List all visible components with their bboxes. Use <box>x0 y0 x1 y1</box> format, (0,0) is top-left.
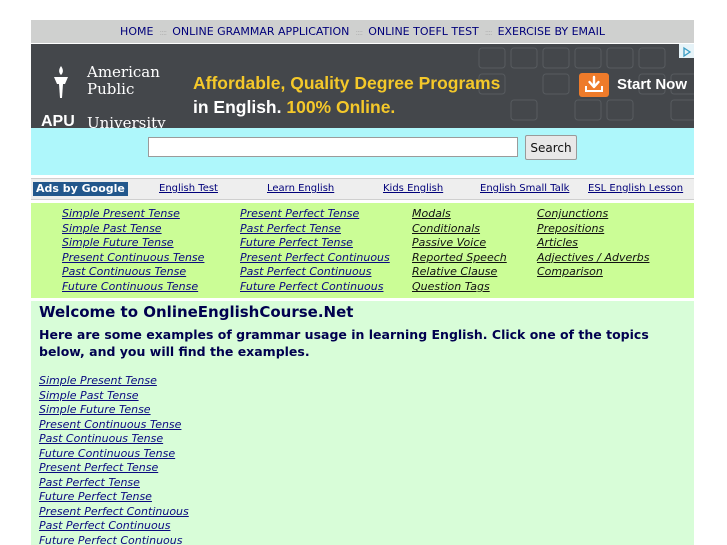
topic-link[interactable]: Present Continuous Tense <box>62 251 204 266</box>
banner-headline: Affordable, Quality Degree Programs in E… <box>193 71 523 119</box>
topic-link[interactable]: Past Continuous Tense <box>62 265 204 280</box>
ad-links-bar: Ads by Google English Test Learn English… <box>31 178 694 200</box>
ad-link-english-small-talk[interactable]: English Small Talk <box>480 183 569 194</box>
main-content: Welcome to OnlineEnglishCourse.Net Here … <box>31 301 694 545</box>
ad-link-learn-english[interactable]: Learn English <box>267 183 334 194</box>
topic-link[interactable]: Reported Speech <box>412 251 507 266</box>
example-link[interactable]: Past Perfect Tense <box>39 476 189 491</box>
example-link[interactable]: Present Perfect Continuous <box>39 505 189 520</box>
ads-by-google-label[interactable]: Ads by Google <box>33 182 128 196</box>
banner-headline-line2a: in English. <box>193 97 282 117</box>
topic-link[interactable]: Future Continuous Tense <box>62 280 204 295</box>
topics-column-perfect-tenses: Present Perfect Tense Past Perfect Tense… <box>240 207 390 295</box>
topic-link[interactable]: Adjectives / Adverbs <box>537 251 649 266</box>
torch-logo-icon <box>54 66 68 98</box>
logo-line-university: University <box>87 114 166 128</box>
example-link[interactable]: Past Continuous Tense <box>39 432 189 447</box>
example-link[interactable]: Simple Future Tense <box>39 403 189 418</box>
topic-link[interactable]: Future Perfect Continuous <box>240 280 390 295</box>
nav-toefl-test-link[interactable]: ONLINE TOEFL TEST <box>368 25 479 38</box>
ad-link-esl-english-lesson[interactable]: ESL English Lesson <box>588 183 683 194</box>
example-link[interactable]: Future Perfect Tense <box>39 490 189 505</box>
example-link[interactable]: Present Continuous Tense <box>39 418 189 433</box>
nav-separator: :::: <box>484 28 493 37</box>
adchoices-icon[interactable] <box>679 44 694 58</box>
topics-column-tenses: Simple Present Tense Simple Past Tense S… <box>62 207 204 295</box>
example-link[interactable]: Future Continuous Tense <box>39 447 189 462</box>
nav-separator: :::: <box>355 28 363 37</box>
topic-link[interactable]: Past Perfect Tense <box>240 222 390 237</box>
logo-acronym: APU <box>41 113 75 128</box>
example-link[interactable]: Simple Past Tense <box>39 389 189 404</box>
example-link[interactable]: Present Perfect Tense <box>39 461 189 476</box>
topic-link[interactable]: Simple Future Tense <box>62 236 204 251</box>
topic-link[interactable]: Relative Clause <box>412 265 507 280</box>
topics-column-parts-of-speech: Conjunctions Prepositions Articles Adjec… <box>537 207 649 280</box>
topic-link[interactable]: Articles <box>537 236 649 251</box>
download-arrow-icon <box>579 73 609 97</box>
topic-link[interactable]: Passive Voice <box>412 236 507 251</box>
topic-link[interactable]: Future Perfect Tense <box>240 236 390 251</box>
topic-link[interactable]: Present Perfect Tense <box>240 207 390 222</box>
ad-link-english-test[interactable]: English Test <box>159 183 218 194</box>
university-logo-text: American Public <box>87 64 160 98</box>
intro-text: Here are some examples of grammar usage … <box>39 327 649 359</box>
topic-link[interactable]: Modals <box>412 207 507 222</box>
banner-headline-line1: Affordable, Quality Degree Programs <box>193 73 501 93</box>
search-button[interactable]: Search <box>525 135 577 160</box>
banner-headline-line2b: 100% Online. <box>286 97 396 117</box>
topics-grid: Simple Present Tense Simple Past Tense S… <box>31 203 694 298</box>
nav-online-grammar-link[interactable]: ONLINE GRAMMAR APPLICATION <box>172 25 349 38</box>
topic-link[interactable]: Simple Present Tense <box>62 207 204 222</box>
search-bar: Search <box>31 128 694 175</box>
page-container: HOME:::: ONLINE GRAMMAR APPLICATION:::: ON… <box>31 20 694 545</box>
start-now-label: Start Now <box>617 76 688 93</box>
top-navigation: HOME:::: ONLINE GRAMMAR APPLICATION:::: ON… <box>31 20 694 43</box>
example-link[interactable]: Simple Present Tense <box>39 374 189 389</box>
example-link[interactable]: Future Perfect Continuous <box>39 534 189 545</box>
logo-line-public: Public <box>87 80 135 98</box>
ad-link-kids-english[interactable]: Kids English <box>383 183 443 194</box>
nav-exercise-email-link[interactable]: EXERCISE BY EMAIL <box>498 25 605 38</box>
topic-link[interactable]: Question Tags <box>412 280 507 295</box>
topic-link[interactable]: Simple Past Tense <box>62 222 204 237</box>
example-link[interactable]: Past Perfect Continuous <box>39 519 189 534</box>
topic-link[interactable]: Conjunctions <box>537 207 649 222</box>
banner-ad[interactable]: American Public APU University Affordabl… <box>31 44 694 128</box>
topic-link[interactable]: Present Perfect Continuous <box>240 251 390 266</box>
logo-line-american: American <box>87 63 160 81</box>
page-title: Welcome to OnlineEnglishCourse.Net <box>39 303 354 321</box>
topic-link[interactable]: Comparison <box>537 265 649 280</box>
topic-link[interactable]: Conditionals <box>412 222 507 237</box>
search-input[interactable] <box>148 137 518 157</box>
topic-link[interactable]: Prepositions <box>537 222 649 237</box>
topics-column-grammar: Modals Conditionals Passive Voice Report… <box>412 207 507 295</box>
nav-home-link[interactable]: HOME <box>120 25 153 38</box>
topic-link[interactable]: Past Perfect Continuous <box>240 265 390 280</box>
nav-separator: :::: <box>159 28 167 37</box>
examples-list: Simple Present Tense Simple Past Tense S… <box>39 374 189 545</box>
